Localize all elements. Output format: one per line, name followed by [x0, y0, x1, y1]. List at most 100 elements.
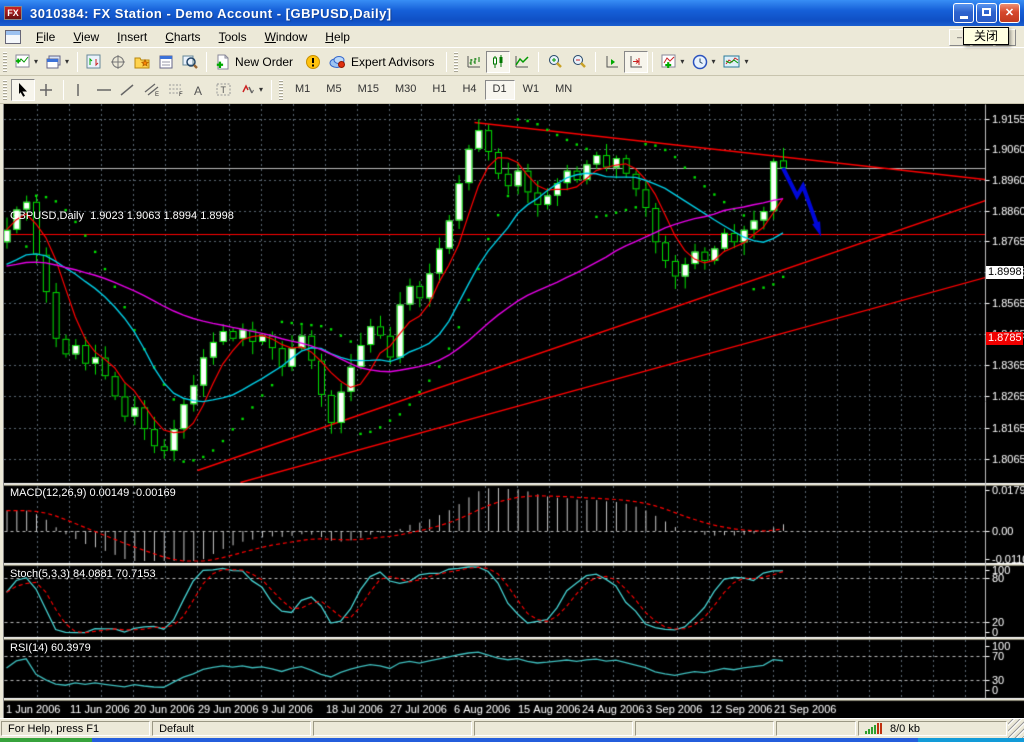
expert-advisors-label: Expert Advisors — [349, 55, 438, 69]
timeframe-d1[interactable]: D1 — [485, 80, 515, 100]
status-cell — [474, 721, 633, 736]
trendline-icon — [120, 83, 134, 97]
menu-tools[interactable]: Tools — [210, 28, 256, 46]
timeframe-h4[interactable]: H4 — [454, 80, 484, 100]
timeframe-w1[interactable]: W1 — [515, 80, 548, 100]
auto-scroll-button[interactable] — [600, 51, 624, 73]
status-cell — [313, 721, 472, 736]
dropdown-arrow-icon: ▾ — [65, 57, 69, 66]
timeframe-m15[interactable]: M15 — [350, 80, 387, 100]
new-order-label: New Order — [233, 55, 297, 69]
zoom-in-button[interactable] — [543, 51, 567, 73]
svg-text:F: F — [179, 92, 183, 97]
current-price-tag: 1.8998 — [986, 266, 1023, 279]
application-window: FX 3010384: FX Station - Demo Account - … — [0, 0, 1024, 742]
new-order-button[interactable]: New Order — [211, 51, 301, 73]
system-tray-sliver — [918, 738, 1024, 742]
clock-icon — [692, 54, 708, 70]
menu-window[interactable]: Window — [256, 28, 317, 46]
trendline-button[interactable] — [116, 79, 140, 101]
toolbar-separator — [446, 52, 447, 72]
text-button[interactable]: A — [188, 79, 212, 101]
toolbar-grip[interactable] — [279, 80, 283, 100]
bar-chart-mode-button[interactable] — [462, 51, 486, 73]
horizontal-line-button[interactable] — [92, 79, 116, 101]
new-chart-button[interactable]: ▾ — [11, 51, 42, 73]
traffic-label: 8/0 kb — [890, 723, 920, 735]
timeframe-m5[interactable]: M5 — [318, 80, 349, 100]
connection-bars-icon — [865, 723, 882, 734]
resize-grip[interactable] — [1008, 719, 1024, 738]
timeframe-m1[interactable]: M1 — [287, 80, 318, 100]
toolbar-grip[interactable] — [3, 80, 7, 100]
menu-view[interactable]: View — [64, 28, 108, 46]
cursor-button[interactable] — [11, 79, 35, 101]
status-profile[interactable]: Default — [152, 721, 311, 736]
alerts-button[interactable] — [301, 51, 325, 73]
chart-window[interactable]: GBPUSD,Daily 1.9023 1.9063 1.8994 1.8998… — [0, 104, 1024, 718]
line-chart-mode-button[interactable] — [510, 51, 534, 73]
chart-symbol-label: GBPUSD,Daily 1.9023 1.9063 1.8994 1.8998 — [10, 210, 234, 222]
chart-shift-button[interactable] — [624, 51, 648, 73]
line-studies-toolbar: E F A T ▾ M1 M5 M15 M30 H1 H4 D1 W1 MN — [0, 76, 1024, 104]
candlestick-icon — [490, 54, 506, 70]
indicators-button[interactable]: ▾ — [657, 51, 688, 73]
toolbar-grip[interactable] — [3, 52, 7, 72]
arrows-button[interactable]: ▾ — [236, 79, 267, 101]
horizontal-line-icon — [96, 83, 112, 97]
candlestick-mode-button[interactable] — [486, 51, 510, 73]
toolbar-grip[interactable] — [454, 52, 458, 72]
data-window-button[interactable] — [154, 51, 178, 73]
vertical-line-button[interactable] — [68, 79, 92, 101]
toolbar-separator — [538, 52, 539, 72]
zoom-out-button[interactable] — [567, 51, 591, 73]
channel-icon: E — [144, 82, 160, 97]
dropdown-arrow-icon: ▾ — [711, 57, 715, 66]
status-cell — [635, 721, 774, 736]
windows-taskbar[interactable] — [0, 738, 1024, 742]
chart-ohlc-values: 1.9023 1.9063 1.8994 1.8998 — [90, 210, 234, 222]
templates-button[interactable]: ▾ — [719, 51, 752, 73]
profiles-icon — [46, 54, 62, 70]
periods-button[interactable]: ▾ — [688, 51, 719, 73]
new-chart-icon — [15, 54, 31, 70]
title-bar[interactable]: FX 3010384: FX Station - Demo Account - … — [0, 0, 1024, 26]
chart-canvas[interactable] — [4, 104, 1024, 718]
templates-icon — [723, 54, 741, 70]
text-label-button[interactable]: T — [212, 79, 236, 101]
profiles-button[interactable]: ▾ — [42, 51, 73, 73]
menu-bar: File View Insert Charts Tools Window Hel… — [0, 26, 1024, 48]
toolbar-separator — [595, 52, 596, 72]
market-watch-icon — [86, 54, 102, 70]
arrow-shapes-icon — [240, 82, 256, 97]
market-watch-button[interactable] — [82, 51, 106, 73]
equidistant-channel-button[interactable]: E — [140, 79, 164, 101]
menu-file[interactable]: File — [27, 28, 64, 46]
maximize-button[interactable] — [976, 3, 997, 23]
menu-charts[interactable]: Charts — [156, 28, 209, 46]
strategy-tester-button[interactable] — [178, 51, 202, 73]
timeframe-m30[interactable]: M30 — [387, 80, 424, 100]
dropdown-arrow-icon: ▾ — [680, 57, 684, 66]
standard-toolbar: ▾ ▾ New Order Exper — [0, 48, 1024, 76]
minimize-button[interactable] — [953, 3, 974, 23]
vertical-line-icon — [72, 83, 84, 97]
menu-help[interactable]: Help — [316, 28, 359, 46]
chart-system-menu-icon[interactable] — [5, 30, 21, 44]
timeframe-h1[interactable]: H1 — [424, 80, 454, 100]
maximize-icon — [982, 8, 991, 16]
menu-insert[interactable]: Insert — [108, 28, 156, 46]
expert-advisors-button[interactable]: Expert Advisors — [325, 51, 442, 73]
history-center-button[interactable] — [130, 51, 154, 73]
fibonacci-button[interactable]: F — [164, 79, 188, 101]
crosshair-button[interactable] — [35, 79, 59, 101]
zoom-in-icon — [547, 54, 563, 70]
bar-chart-icon — [466, 54, 482, 70]
navigator-button[interactable] — [106, 51, 130, 73]
line-chart-icon — [514, 54, 530, 70]
timeframe-mn[interactable]: MN — [547, 80, 580, 100]
start-button-sliver[interactable] — [0, 738, 92, 742]
close-button[interactable]: ✕ — [999, 3, 1020, 23]
auto-scroll-icon — [604, 54, 620, 70]
stoch-label: Stoch(5,3,3) 84.0881 70.7153 — [10, 568, 156, 580]
